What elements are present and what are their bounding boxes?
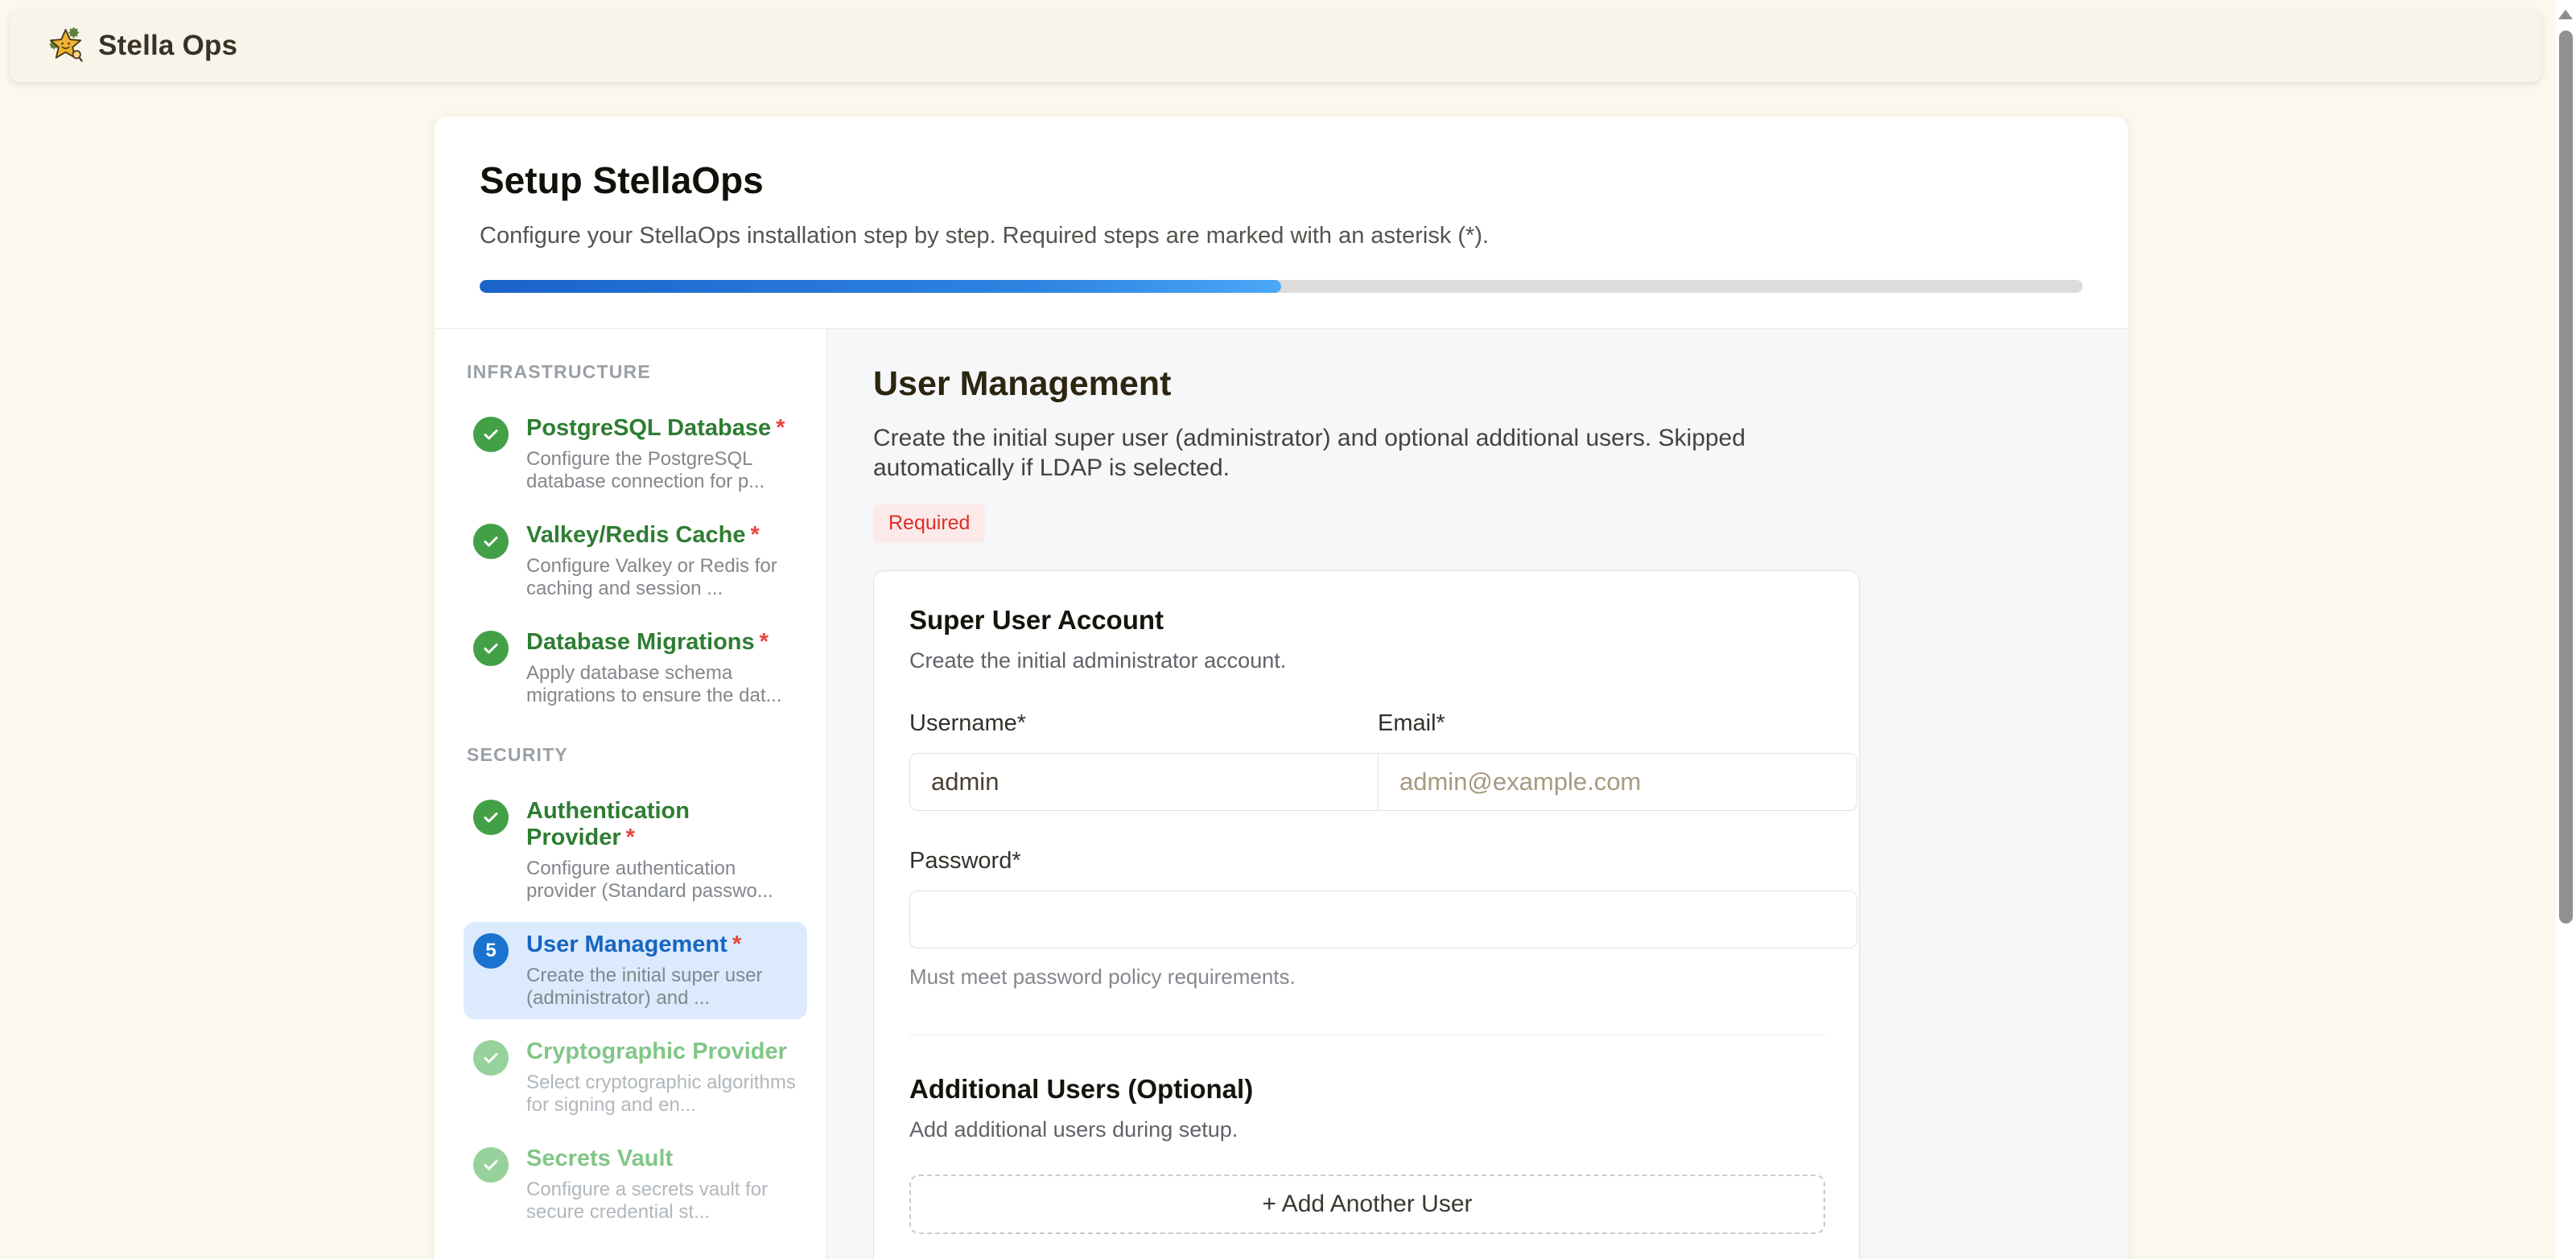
step-title: User Management <box>526 932 727 957</box>
sidebar-item-user-management[interactable]: 5 User Management* Create the initial su… <box>464 922 807 1019</box>
password-field[interactable] <box>909 891 1857 948</box>
progress-bar <box>480 280 2083 293</box>
check-circle-icon <box>473 524 509 559</box>
username-label: Username* <box>909 710 1378 737</box>
required-asterisk: * <box>732 932 741 957</box>
setup-wizard-panel: Setup StellaOps Configure your StellaOps… <box>435 117 2128 1259</box>
step-description: Configure Valkey or Redis for caching an… <box>526 555 798 600</box>
scroll-up-arrow-icon[interactable] <box>2558 10 2573 19</box>
step-page-title: User Management <box>873 364 2128 404</box>
step-title: Cryptographic Provider <box>526 1039 787 1064</box>
sidebar-item-cryptographic-provider[interactable]: Cryptographic Provider Select cryptograp… <box>464 1029 807 1126</box>
step-content: User Management Create the initial super… <box>827 329 2128 1259</box>
topbar: Stella Ops <box>10 10 2541 82</box>
step-page-description: Create the initial super user (administr… <box>873 423 1774 483</box>
card-title: Super User Account <box>909 605 1825 636</box>
stella-ops-logo-icon <box>48 27 85 64</box>
page-subtitle: Configure your StellaOps installation st… <box>480 223 2083 249</box>
email-field[interactable] <box>1378 753 1857 811</box>
required-asterisk: * <box>626 825 635 850</box>
section-label-infrastructure: INFRASTRUCTURE <box>467 361 807 383</box>
sidebar-item-secrets-vault[interactable]: Secrets Vault Configure a secrets vault … <box>464 1136 807 1233</box>
step-title: PostgreSQL Database <box>526 415 771 441</box>
vertical-scrollbar[interactable] <box>2556 0 2576 1259</box>
page-title: Setup StellaOps <box>480 158 2083 202</box>
section-label-security: SECURITY <box>467 744 807 766</box>
sidebar-item-database-migrations[interactable]: Database Migrations* Apply database sche… <box>464 619 807 717</box>
username-field[interactable] <box>909 753 1378 811</box>
required-asterisk: * <box>776 415 785 441</box>
step-description: Configure a secrets vault for secure cre… <box>526 1179 798 1224</box>
step-number-badge: 5 <box>473 933 509 969</box>
password-label: Password* <box>909 848 1857 874</box>
step-description: Create the initial super user (administr… <box>526 965 798 1010</box>
super-user-account-card: Super User Account Create the initial ad… <box>873 570 1860 1259</box>
step-title: Database Migrations <box>526 629 755 655</box>
scrollbar-thumb[interactable] <box>2559 31 2573 924</box>
email-label: Email* <box>1378 710 1857 737</box>
progress-fill <box>480 280 1281 293</box>
password-help-text: Must meet password policy requirements. <box>909 965 1857 990</box>
step-title: Authentication Provider <box>526 798 690 850</box>
check-circle-icon <box>473 1147 509 1183</box>
step-title: Valkey/Redis Cache <box>526 522 745 548</box>
brand-title: Stella Ops <box>98 30 237 62</box>
required-badge: Required <box>873 504 985 543</box>
step-description: Configure the PostgreSQL database connec… <box>526 448 798 493</box>
card-subtitle: Create the initial administrator account… <box>909 648 1825 673</box>
check-circle-icon <box>473 417 509 452</box>
sidebar-item-postgresql-database[interactable]: PostgreSQL Database* Configure the Postg… <box>464 405 807 503</box>
step-description: Select cryptographic algorithms for sign… <box>526 1072 798 1117</box>
check-circle-icon <box>473 631 509 666</box>
sidebar-item-authentication-provider[interactable]: Authentication Provider* Configure authe… <box>464 788 807 912</box>
additional-users-subtitle: Add additional users during setup. <box>909 1117 1825 1142</box>
step-description: Apply database schema migrations to ensu… <box>526 662 798 707</box>
additional-users-title: Additional Users (Optional) <box>909 1074 1825 1105</box>
step-title: Secrets Vault <box>526 1146 673 1171</box>
step-description: Configure authentication provider (Stand… <box>526 858 798 903</box>
check-circle-icon <box>473 800 509 835</box>
required-asterisk: * <box>760 629 769 655</box>
sidebar-item-valkey-redis-cache[interactable]: Valkey/Redis Cache* Configure Valkey or … <box>464 512 807 610</box>
wizard-header: Setup StellaOps Configure your StellaOps… <box>435 117 2128 329</box>
required-asterisk: * <box>750 522 759 548</box>
wizard-steps-sidebar: INFRASTRUCTURE PostgreSQL Database* Conf… <box>435 329 827 1259</box>
check-circle-icon <box>473 1040 509 1076</box>
add-another-user-button[interactable]: + Add Another User <box>909 1175 1825 1234</box>
